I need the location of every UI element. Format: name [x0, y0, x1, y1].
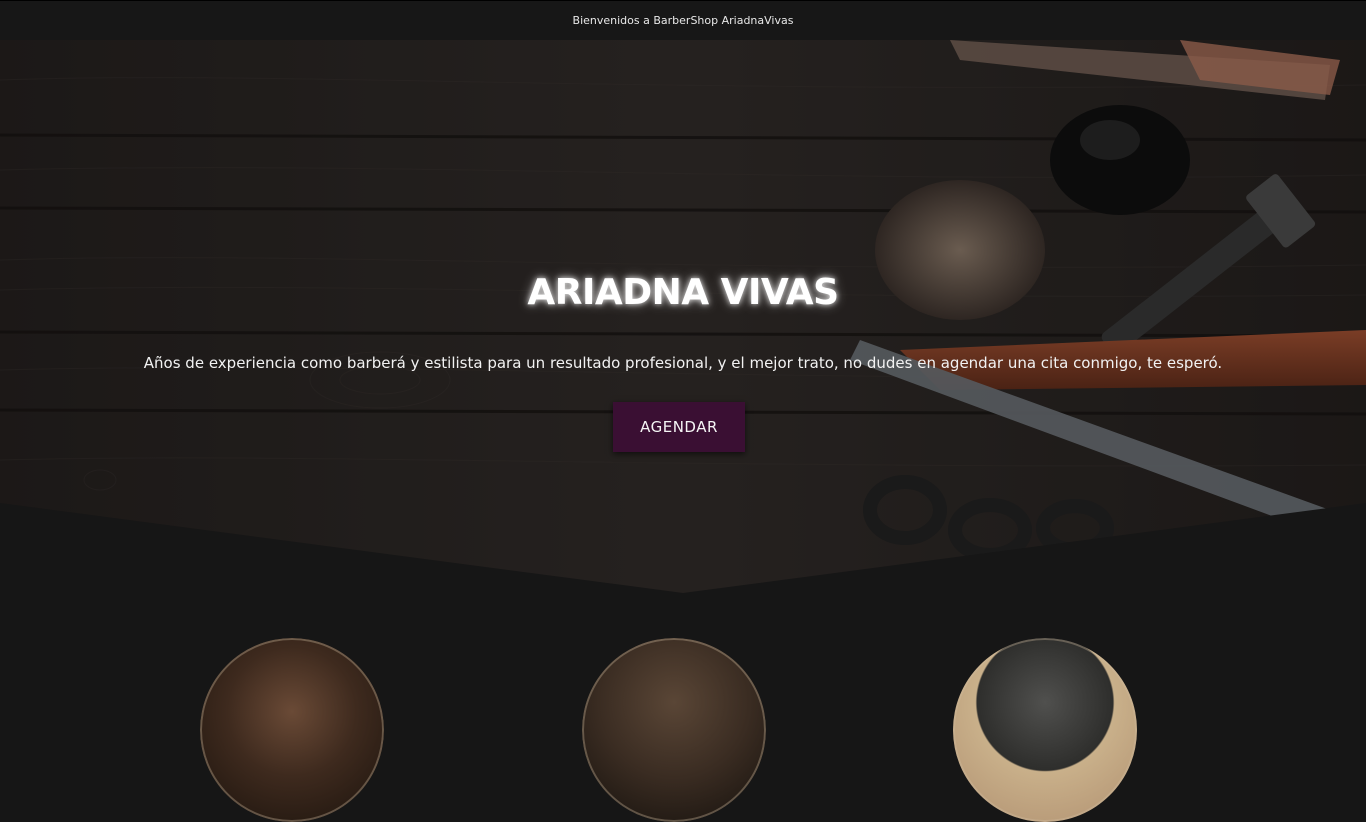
welcome-bar: Bienvenidos a BarberShop AriadnaVivas — [0, 0, 1366, 40]
hero-subtitle: Años de experiencia como barberá y estil… — [143, 354, 1223, 372]
welcome-text: Bienvenidos a BarberShop AriadnaVivas — [572, 14, 794, 27]
portrait-photo-3 — [953, 638, 1137, 822]
portrait-photo-1 — [200, 638, 384, 822]
hero-title: ARIADNA VIVAS — [527, 272, 839, 313]
agendar-button[interactable]: AGENDAR — [613, 402, 745, 452]
hero-section: ARIADNA VIVAS Años de experiencia como b… — [0, 40, 1366, 600]
portrait-photo-2 — [582, 638, 766, 822]
hero-background-image — [0, 40, 1366, 600]
